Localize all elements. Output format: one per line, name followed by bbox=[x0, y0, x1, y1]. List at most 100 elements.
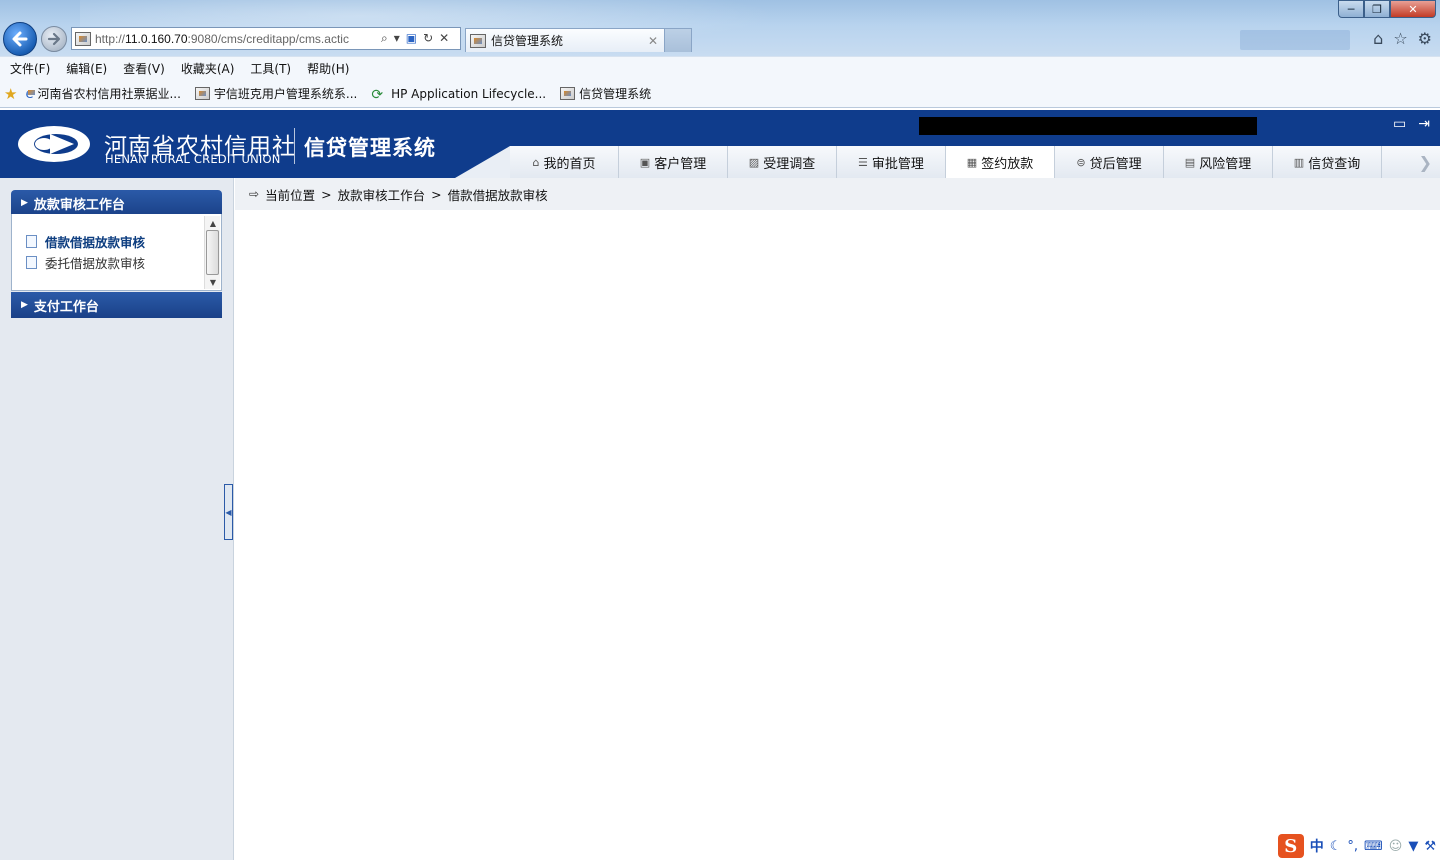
nav-more-chevron-icon[interactable]: ❯ bbox=[1382, 146, 1440, 178]
document-icon bbox=[26, 235, 37, 248]
post-loan-icon: ⊜ bbox=[1076, 155, 1086, 169]
tab-title: 信贷管理系统 bbox=[491, 34, 564, 48]
keyboard-icon[interactable]: ⌨ bbox=[1364, 839, 1383, 854]
breadcrumb-prefix: 当前位置 bbox=[265, 187, 316, 203]
page-favicon-icon bbox=[194, 87, 210, 100]
favorite-link[interactable]: 宇信班克用户管理系统系... bbox=[194, 85, 357, 102]
main-content: ⇨ 当前位置 > 放款审核工作台 > 借款借据放款审核 bbox=[235, 178, 1440, 860]
sidebar-collapse-handle[interactable]: ◀ bbox=[224, 484, 233, 540]
new-tab-button[interactable] bbox=[664, 28, 692, 52]
favorites-bar: ★ e 河南省农村信用社票据业... 宇信班克用户管理系统系... ⟳ HP App… bbox=[0, 80, 1440, 108]
menu-file[interactable]: 文件(F) bbox=[10, 60, 50, 77]
home-icon[interactable]: ⌂ bbox=[1373, 29, 1383, 48]
nav-bar: ⌂ 我的首页 ▣ 客户管理 ▨ 受理调查 ☰ 审批管理 ▦ 签约放款 ⊜ 贷后管理 ▤ 风险管… bbox=[510, 146, 1440, 178]
nav-item-customer[interactable]: ▣ 客户管理 bbox=[619, 146, 728, 178]
scroll-thumb[interactable] bbox=[206, 230, 219, 275]
nav-item-contract[interactable]: ▦ 签约放款 bbox=[946, 146, 1055, 178]
favorite-link[interactable]: e 河南省农村信用社票据业... bbox=[25, 85, 180, 102]
sidebar-section-loan-review[interactable]: ▶ 放款审核工作台 bbox=[11, 190, 222, 216]
address-url[interactable]: http://11.0.160.70:9080/cms/creditapp/cm… bbox=[95, 32, 377, 46]
maximize-button[interactable]: ❐ bbox=[1364, 0, 1390, 18]
menu-help[interactable]: 帮助(H) bbox=[307, 60, 349, 77]
nav-item-home[interactable]: ⌂ 我的首页 bbox=[510, 146, 619, 178]
menu-view[interactable]: 查看(V) bbox=[123, 60, 165, 77]
browser-right-icons: ⌂ ☆ ⚙ bbox=[1373, 29, 1432, 48]
sidebar-item-entrusted-review[interactable]: 委托借据放款审核 bbox=[26, 253, 145, 272]
forward-arrow-icon[interactable] bbox=[41, 26, 67, 52]
logout-icon[interactable]: ⇥ bbox=[1418, 116, 1430, 132]
back-arrow-icon[interactable] bbox=[3, 22, 37, 56]
header-divider bbox=[294, 128, 295, 164]
address-bar[interactable]: http://11.0.160.70:9080/cms/creditapp/cm… bbox=[71, 27, 461, 50]
nav-item-survey[interactable]: ▨ 受理调查 bbox=[728, 146, 837, 178]
risk-icon: ▤ bbox=[1184, 155, 1196, 169]
menu-favorites[interactable]: 收藏夹(A) bbox=[181, 60, 235, 77]
search-box[interactable] bbox=[1240, 30, 1350, 50]
breadcrumb: ⇨ 当前位置 > 放款审核工作台 > 借款借据放款审核 bbox=[235, 178, 1440, 210]
main-nav: ⌂ 我的首页 ▣ 客户管理 ▨ 受理调查 ☰ 审批管理 ▦ 签约放款 ⊜ 贷后管理 ▤ 风险管… bbox=[455, 146, 1440, 178]
breadcrumb-separator: > bbox=[321, 186, 332, 202]
search-icon[interactable]: ⌕ bbox=[381, 31, 388, 46]
favorites-add-star-icon[interactable]: ★ bbox=[4, 85, 17, 103]
close-window-button[interactable]: ✕ bbox=[1390, 0, 1436, 18]
breadcrumb-item[interactable]: 放款审核工作台 bbox=[338, 185, 426, 204]
nav-item-query[interactable]: ▥ 信贷查询 bbox=[1273, 146, 1382, 178]
org-name-en: HENAN RURAL CREDIT UNION bbox=[105, 152, 281, 166]
sidebar-section-payment[interactable]: ▶ 支付工作台 bbox=[11, 292, 222, 318]
breadcrumb-item: 借款借据放款审核 bbox=[447, 187, 548, 203]
dropdown-arrow-icon[interactable]: ▾ bbox=[394, 31, 400, 46]
document-icon bbox=[26, 256, 37, 269]
wrench-icon[interactable]: ⚒ bbox=[1424, 839, 1436, 854]
ime-mode[interactable]: 中 bbox=[1310, 836, 1324, 856]
survey-icon: ▨ bbox=[748, 155, 760, 169]
menu-tools[interactable]: 工具(T) bbox=[250, 60, 291, 77]
list-icon: ☰ bbox=[858, 155, 868, 169]
app-header: 河南省农村信用社 HENAN RURAL CREDIT UNION 信贷管理系统… bbox=[0, 110, 1440, 178]
system-name: 信贷管理系统 bbox=[304, 136, 436, 160]
user-icon[interactable]: ☺ bbox=[1389, 839, 1403, 854]
compat-view-icon[interactable]: ▣ bbox=[406, 31, 417, 46]
hp-refresh-icon: ⟳ bbox=[371, 87, 384, 103]
scroll-down-arrow-icon[interactable]: ▼ bbox=[205, 275, 221, 289]
contract-icon: ▦ bbox=[966, 155, 978, 169]
moon-icon[interactable]: ☾ bbox=[1330, 839, 1342, 854]
settings-gear-icon[interactable]: ⚙ bbox=[1418, 29, 1432, 48]
punctuation-icon[interactable]: °, bbox=[1347, 839, 1358, 854]
nav-slope bbox=[455, 146, 510, 178]
refresh-icon[interactable]: ↻ bbox=[423, 31, 433, 46]
redacted-user-info bbox=[919, 117, 1257, 135]
minimize-button[interactable]: ─ bbox=[1338, 0, 1364, 18]
ime-toolbar: S 中 ☾ °, ⌨ ☺ ▼ ⚒ bbox=[1277, 834, 1436, 858]
favorites-star-icon[interactable]: ☆ bbox=[1393, 29, 1407, 48]
shirt-icon[interactable]: ▼ bbox=[1408, 839, 1418, 854]
tab-close-icon[interactable]: ✕ bbox=[648, 34, 658, 48]
page-favicon-icon bbox=[75, 31, 91, 46]
sidebar-scrollbar[interactable]: ▲ ▼ bbox=[204, 216, 220, 289]
scroll-up-arrow-icon[interactable]: ▲ bbox=[205, 216, 221, 230]
desktop-icon[interactable]: ▭ bbox=[1393, 116, 1406, 132]
favorite-link[interactable]: 信贷管理系统 bbox=[560, 85, 651, 102]
customer-icon: ▣ bbox=[639, 155, 651, 169]
window-controls: ─ ❐ ✕ bbox=[1338, 0, 1436, 18]
browser-tab[interactable]: 信贷管理系统 ✕ bbox=[465, 28, 665, 52]
caret-right-icon: ▶ bbox=[21, 300, 28, 310]
menu-edit[interactable]: 编辑(E) bbox=[66, 60, 107, 77]
browser-menubar: 文件(F) 编辑(E) 查看(V) 收藏夹(A) 工具(T) 帮助(H) bbox=[0, 56, 1440, 80]
favorite-link[interactable]: ⟳ HP Application Lifecycle... bbox=[371, 87, 546, 104]
ie-page-icon: e bbox=[25, 87, 36, 102]
sogou-logo-icon[interactable]: S bbox=[1277, 834, 1304, 858]
browser-titlebar: http://11.0.160.70:9080/cms/creditapp/cm… bbox=[0, 0, 1440, 56]
query-icon: ▥ bbox=[1293, 155, 1305, 169]
header-icons: ▭ ⇥ bbox=[1393, 116, 1430, 132]
caret-right-icon: ▶ bbox=[21, 198, 28, 208]
page-favicon-icon bbox=[560, 87, 576, 100]
sidebar-item-loan-review[interactable]: 借款借据放款审核 bbox=[26, 232, 145, 251]
stop-icon[interactable]: ✕ bbox=[439, 31, 449, 46]
nav-item-risk[interactable]: ▤ 风险管理 bbox=[1164, 146, 1273, 178]
nav-item-post-loan[interactable]: ⊜ 贷后管理 bbox=[1055, 146, 1164, 178]
tab-favicon-icon bbox=[470, 33, 486, 48]
nav-item-approval[interactable]: ☰ 审批管理 bbox=[837, 146, 946, 178]
location-arrow-icon: ⇨ bbox=[249, 187, 260, 201]
credit-union-logo bbox=[18, 126, 90, 162]
home-icon: ⌂ bbox=[532, 155, 540, 169]
